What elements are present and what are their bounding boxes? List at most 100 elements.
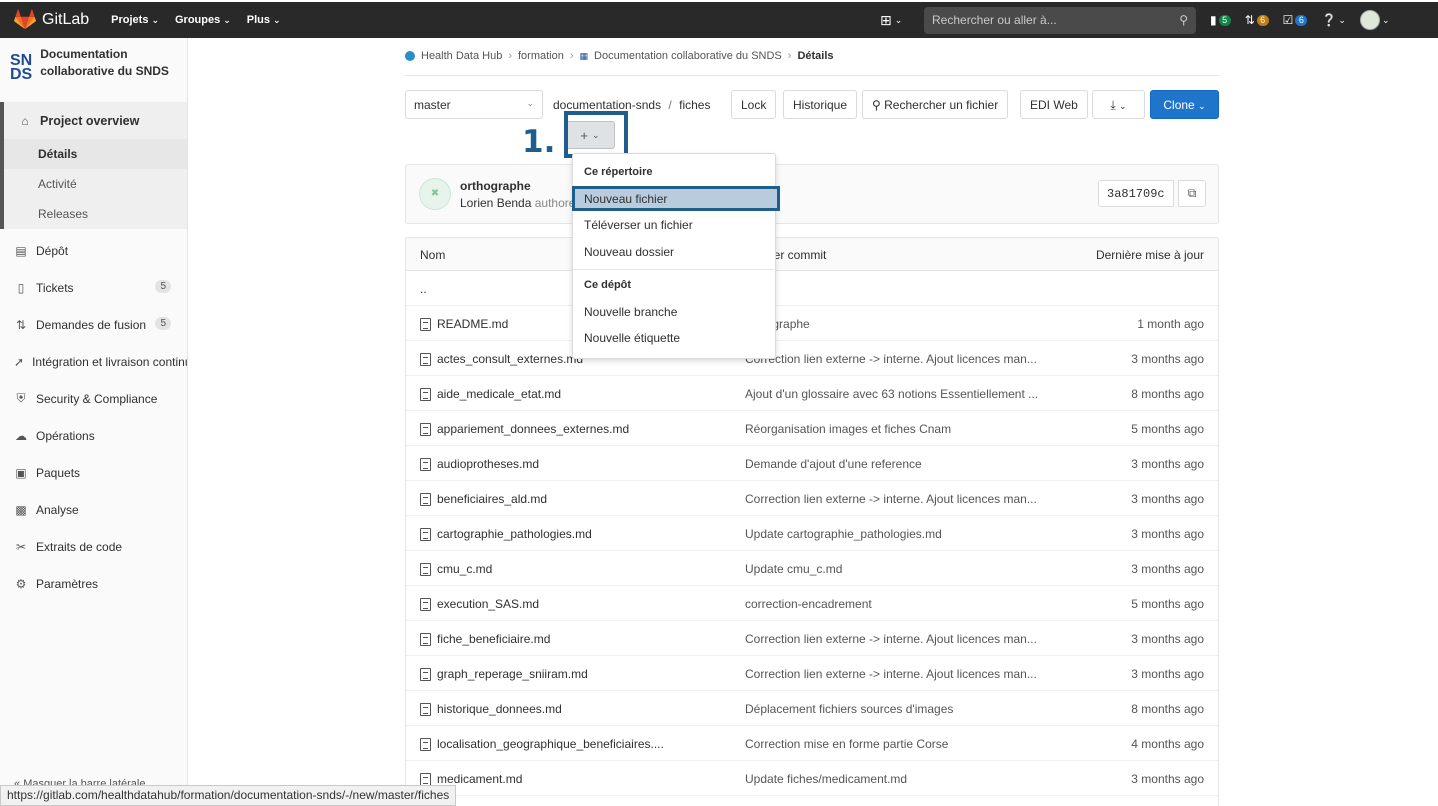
commit-message[interactable]: Update fiches/medicament.md	[745, 772, 907, 786]
table-row[interactable]: cmu_c.md Update cmu_c.md 3 months ago	[406, 551, 1218, 586]
table-row[interactable]: appariement_donnees_externes.md Réorganis…	[406, 411, 1218, 446]
menu-item-new-branch[interactable]: Nouvelle branche	[584, 305, 677, 319]
file-name[interactable]: README.md	[437, 317, 508, 331]
file-name[interactable]: audioprotheses.md	[437, 457, 539, 471]
sidebar-item-snippets[interactable]: ✂ Extraits de code	[0, 528, 187, 565]
file-name[interactable]: historique_donnees.md	[437, 702, 562, 716]
table-row[interactable]: beneficiaires_ald.md Correction lien exte…	[406, 481, 1218, 516]
sidebar-subitem-releases[interactable]: Releases	[4, 199, 187, 229]
table-row[interactable]: execution_SAS.md correction-encadrement 5 …	[406, 586, 1218, 621]
search-input[interactable]	[932, 13, 1162, 27]
download-button[interactable]: ⤓ ⌄	[1092, 90, 1145, 119]
table-row-parent[interactable]: ..	[406, 271, 1218, 306]
table-row[interactable]: graph_reperage_sniiram.md Correction lien…	[406, 656, 1218, 691]
file-name-cell[interactable]: appariement_donnees_externes.md	[420, 422, 629, 436]
table-row[interactable]: historique_donnees.md Déplacement fichier…	[406, 691, 1218, 726]
file-name[interactable]: beneficiaires_ald.md	[437, 492, 547, 506]
breadcrumb-project[interactable]: Documentation collaborative du SNDS	[594, 50, 782, 62]
breadcrumb-subgroup[interactable]: formation	[518, 50, 564, 62]
sidebar-subitem-activity[interactable]: Activité	[4, 169, 187, 199]
menu-groupes[interactable]: Groupes ⌄	[175, 14, 231, 26]
sidebar-project-header[interactable]: SN DS Documentation collaborative du SNDS	[0, 38, 187, 102]
file-name[interactable]: cartographie_pathologies.md	[437, 527, 592, 541]
file-name-cell[interactable]: execution_SAS.md	[420, 597, 539, 611]
commit-message[interactable]: Update cartographie_pathologies.md	[745, 527, 942, 541]
table-row[interactable]: audioprotheses.md Demande d'ajout d'une r…	[406, 446, 1218, 481]
commit-message[interactable]: Correction lien externe -> interne. Ajou…	[745, 632, 1037, 646]
file-name[interactable]: graph_reperage_sniiram.md	[437, 667, 588, 681]
issues-shortcut[interactable]: ▮ 5	[1210, 13, 1231, 27]
file-name[interactable]: fiche_beneficiaire.md	[437, 632, 550, 646]
file-name-cell[interactable]: cartographie_pathologies.md	[420, 527, 592, 541]
breadcrumb-group[interactable]: Health Data Hub	[421, 50, 502, 62]
table-row[interactable]: README.md orthographe 1 month ago	[406, 306, 1218, 341]
lock-button[interactable]: Lock	[731, 90, 777, 119]
sidebar-item-ci-cd[interactable]: ➚ Intégration et livraison continue	[0, 343, 187, 380]
file-name[interactable]: execution_SAS.md	[437, 597, 539, 611]
table-row[interactable]: medicament.md Update fiches/medicament.md…	[406, 761, 1218, 796]
file-name-cell[interactable]: README.md	[420, 317, 508, 331]
path-root[interactable]: documentation-snds	[553, 98, 661, 112]
copy-sha-button[interactable]: ⧉	[1178, 180, 1206, 207]
sidebar-item-issues[interactable]: ▯ Tickets 5	[0, 269, 187, 306]
menu-plus[interactable]: Plus ⌄	[247, 14, 281, 26]
sidebar-item-settings[interactable]: ⚙ Paramètres	[0, 565, 187, 602]
commit-message[interactable]: Correction lien externe -> interne. Ajou…	[745, 667, 1037, 681]
parent-dir-link[interactable]: ..	[420, 282, 427, 296]
table-row[interactable]: aide_medicale_etat.md Ajout d'un glossair…	[406, 376, 1218, 411]
gitlab-logo[interactable]: GitLab	[14, 9, 89, 31]
sidebar-item-packages[interactable]: ▣ Paquets	[0, 454, 187, 491]
search-box[interactable]: ⚲	[924, 6, 1196, 34]
menu-item-new-directory[interactable]: Nouveau dossier	[584, 245, 674, 259]
sidebar-item-repository[interactable]: ▤ Dépôt	[0, 232, 187, 269]
file-name[interactable]: actes_consult_externes.md	[437, 352, 583, 366]
sidebar-item-security[interactable]: ⛨ Security & Compliance	[0, 380, 187, 417]
file-name[interactable]: localisation_geographique_beneficiaires.…	[437, 737, 664, 751]
commit-sha[interactable]: 3a81709c	[1098, 180, 1174, 207]
commit-author[interactable]: Lorien Benda	[460, 196, 531, 210]
menu-projets[interactable]: Projets ⌄	[111, 14, 159, 26]
file-name[interactable]: medicament.md	[437, 772, 522, 786]
table-row[interactable]: localisation_geographique_beneficiaires.…	[406, 726, 1218, 761]
file-name-cell[interactable]: historique_donnees.md	[420, 702, 562, 716]
commit-message[interactable]: Correction lien externe -> interne. Ajou…	[745, 352, 1037, 366]
file-name-cell[interactable]: aide_medicale_etat.md	[420, 387, 561, 401]
file-name-cell[interactable]: localisation_geographique_beneficiaires.…	[420, 737, 664, 751]
new-dropdown-button[interactable]: ⊞ ⌄	[880, 12, 912, 29]
help-menu[interactable]: ❔ ⌄	[1321, 13, 1346, 27]
sidebar-item-operations[interactable]: ☁ Opérations	[0, 417, 187, 454]
web-ide-button[interactable]: EDI Web	[1020, 90, 1088, 119]
file-name-cell[interactable]: audioprotheses.md	[420, 457, 539, 471]
branch-selector[interactable]: master ⌄	[405, 90, 543, 119]
file-name-cell[interactable]: medicament.md	[420, 772, 522, 786]
sidebar-item-overview[interactable]: ⌂ Project overview	[4, 102, 187, 139]
find-file-button[interactable]: ⚲ Rechercher un fichier	[862, 90, 1009, 119]
sidebar-subitem-details[interactable]: Détails	[4, 139, 187, 169]
commit-title[interactable]: orthographe	[460, 179, 531, 193]
file-name-cell[interactable]: graph_reperage_sniiram.md	[420, 667, 588, 681]
todos-shortcut[interactable]: ☑ 6	[1283, 13, 1308, 27]
file-name[interactable]: appariement_donnees_externes.md	[437, 422, 629, 436]
commit-message[interactable]: Correction mise en forme partie Corse	[745, 737, 948, 751]
table-row[interactable]: actes_consult_externes.md Correction lien…	[406, 341, 1218, 376]
commit-message[interactable]: Correction lien externe -> interne. Ajou…	[745, 492, 1037, 506]
commit-message[interactable]: Update cmu_c.md	[745, 562, 842, 576]
sidebar-item-analytics[interactable]: ▩ Analyse	[0, 491, 187, 528]
file-name-cell[interactable]: fiche_beneficiaire.md	[420, 632, 550, 646]
file-name-cell[interactable]: actes_consult_externes.md	[420, 352, 583, 366]
sidebar-item-merge-requests[interactable]: ⇅ Demandes de fusion 5	[0, 306, 187, 343]
commit-message[interactable]: Déplacement fichiers sources d'images	[745, 702, 953, 716]
file-name-cell[interactable]: beneficiaires_ald.md	[420, 492, 547, 506]
file-name[interactable]: cmu_c.md	[437, 562, 492, 576]
commit-message[interactable]: correction-encadrement	[745, 597, 872, 611]
clone-button[interactable]: Clone ⌄	[1150, 90, 1219, 119]
merge-requests-shortcut[interactable]: ⇅ 6	[1245, 13, 1269, 27]
file-name[interactable]: aide_medicale_etat.md	[437, 387, 561, 401]
commit-message[interactable]: Ajout d'un glossaire avec 63 notions Ess…	[745, 387, 1038, 401]
breadcrumb-current[interactable]: Détails	[797, 50, 833, 62]
commit-message[interactable]: Réorganisation images et fiches Cnam	[745, 422, 951, 436]
commit-message[interactable]: Demande d'ajout d'une reference	[745, 457, 922, 471]
path-dir[interactable]: fiches	[679, 98, 710, 112]
user-menu[interactable]: ⌄	[1359, 10, 1389, 30]
annotation-highlight-step2[interactable]: Nouveau fichier	[572, 186, 780, 211]
